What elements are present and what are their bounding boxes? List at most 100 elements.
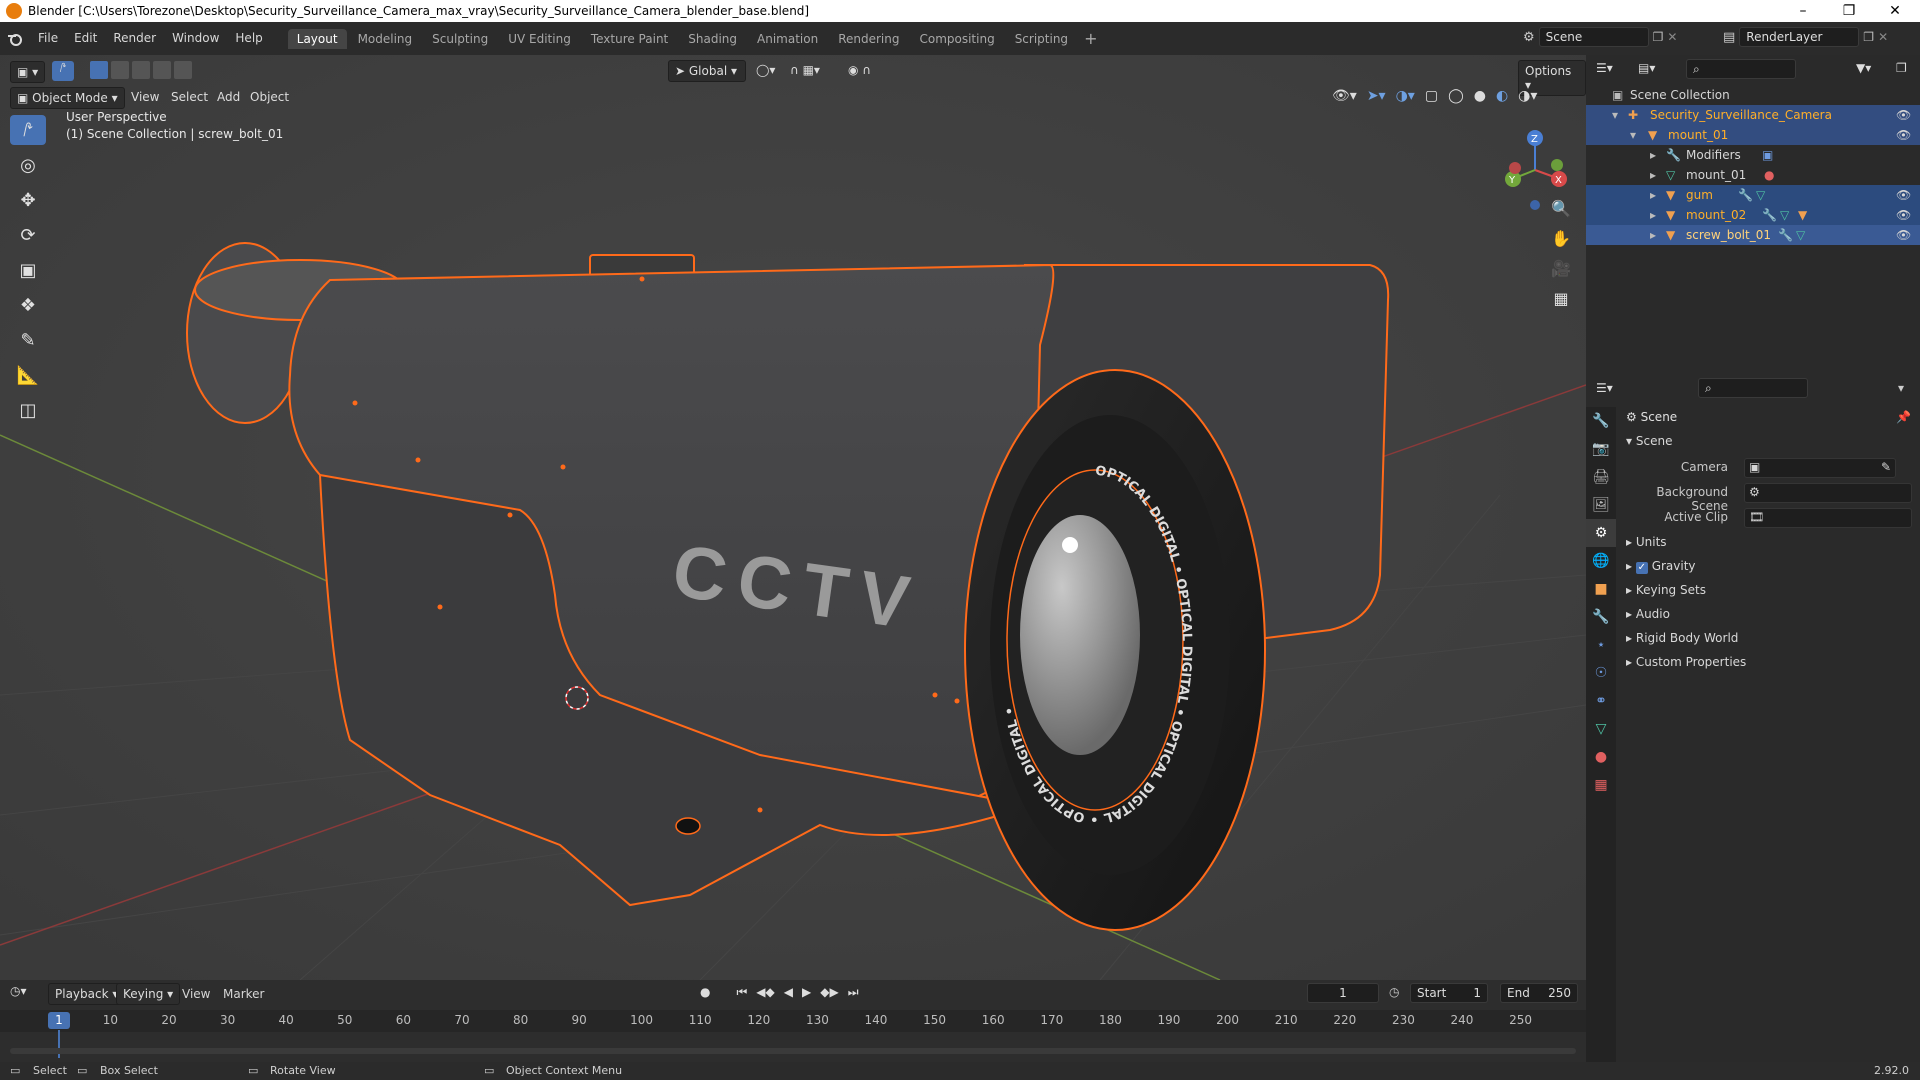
scene-tab-icon[interactable]: ⚙ [1586, 519, 1616, 547]
snap-icon[interactable]: ∩ ▦▾ [790, 63, 820, 77]
blender-menu-icon[interactable] [0, 32, 30, 46]
3d-viewport[interactable]: OPTICAL DIGITAL • OPTICAL DIGITAL • OPTI… [0, 55, 1586, 980]
units-panel-header[interactable]: ▸ Units [1626, 535, 1667, 549]
transform-orientation-dropdown[interactable]: ➤ Global ▾ [668, 60, 746, 82]
properties-options-icon[interactable]: ▾ [1898, 381, 1904, 395]
record-icon[interactable]: ● [700, 985, 710, 1000]
render-layer-field[interactable]: RenderLayer [1739, 27, 1860, 47]
pivot-point-icon[interactable]: ◯▾ [756, 63, 775, 77]
material-tab-icon[interactable]: ● [1586, 743, 1616, 771]
menu-render[interactable]: Render [105, 22, 164, 55]
particles-tab-icon[interactable]: ⋆ [1586, 631, 1616, 659]
tab-modeling[interactable]: Modeling [349, 29, 422, 49]
outliner-row-scene-collection[interactable]: ▣ Scene Collection [1586, 85, 1920, 105]
eye-icon[interactable]: 👁 [1896, 185, 1911, 205]
view-layer-icon[interactable]: ▤ [1723, 30, 1735, 45]
timeline-menu-playback[interactable]: Playback ▾ [48, 983, 126, 1005]
end-frame-field[interactable]: End 250 [1500, 983, 1578, 1003]
select-mode-invert-icon[interactable] [153, 61, 171, 79]
outliner-row-mount-02[interactable]: ▸ ▼ mount_02 🔧 ▽ ▼ 👁 [1586, 205, 1920, 225]
outliner-row-screw-bolt-01[interactable]: ▸ ▼ screw_bolt_01 🔧 ▽ 👁 [1586, 225, 1920, 245]
eyedropper-icon[interactable]: ✎ [1881, 460, 1891, 474]
shading-solid-icon[interactable]: ● [1474, 88, 1486, 104]
texture-tab-icon[interactable]: ▦ [1586, 771, 1616, 799]
modifier-tab-icon[interactable]: 🔧 [1586, 603, 1616, 631]
scene-name-field[interactable]: Scene [1538, 27, 1649, 47]
tool-annotate[interactable]: ✎ [10, 325, 46, 355]
tool-transform[interactable]: ❖ [10, 290, 46, 320]
add-workspace-icon[interactable]: + [1084, 29, 1097, 48]
select-mode-intersect-icon[interactable] [174, 61, 192, 79]
tool-select-box[interactable]: ⭚ [10, 115, 46, 145]
properties-search-input[interactable]: ⌕ [1698, 378, 1808, 398]
viewport-menu-select[interactable]: Select [171, 90, 208, 104]
jump-end-icon[interactable]: ⏭ [848, 985, 859, 1000]
viewport-menu-object[interactable]: Object [250, 90, 289, 104]
tool-rotate[interactable]: ⟳ [10, 220, 46, 250]
menu-file[interactable]: File [30, 22, 66, 55]
outliner-row-gum[interactable]: ▸ ▼ gum 🔧 ▽ 👁 [1586, 185, 1920, 205]
eye-icon[interactable]: 👁 [1896, 225, 1911, 245]
outliner-search-input[interactable]: ⌕ [1686, 59, 1796, 79]
minimize-button[interactable]: – [1780, 0, 1826, 22]
shading-material-icon[interactable]: ◐ [1496, 88, 1508, 104]
editor-type-button[interactable]: ▣ ▾ [10, 61, 46, 83]
active-clip-field[interactable]: 🎞 [1744, 508, 1912, 528]
gravity-panel-header[interactable]: ▸ ✓ Gravity [1626, 559, 1696, 574]
tab-shading[interactable]: Shading [679, 29, 746, 49]
background-scene-field[interactable]: ⚙ [1744, 483, 1912, 503]
timeline-editor-type-icon[interactable]: ◷▾ [10, 984, 27, 998]
expand-chevron-icon[interactable]: ▾ [1630, 125, 1636, 145]
expand-chevron-icon[interactable]: ▸ [1650, 145, 1656, 165]
pin-icon[interactable]: 📌 [1896, 410, 1911, 424]
scene-panel-header[interactable]: ▾ Scene [1626, 434, 1672, 448]
tab-rendering[interactable]: Rendering [829, 29, 908, 49]
properties-editor-type-icon[interactable]: ☰▾ [1596, 381, 1613, 395]
eye-icon[interactable]: 👁 [1896, 205, 1911, 225]
camera-field[interactable]: ▣ ✎ [1744, 458, 1896, 478]
outliner-row-modifiers[interactable]: ▸ 🔧 Modifiers ▣ [1586, 145, 1920, 165]
delete-view-layer-icon[interactable]: ✕ [1878, 30, 1888, 44]
filter-icon[interactable]: ▼▾ [1856, 61, 1871, 75]
proportional-editing-icon[interactable]: ◉ ∩ [848, 63, 871, 77]
play-reverse-icon[interactable]: ◀ [784, 985, 793, 1000]
delete-scene-icon[interactable]: ✕ [1667, 30, 1677, 44]
outliner-row-security-camera[interactable]: ▾ ✚ Security_Surveillance_Camera 👁 [1586, 105, 1920, 125]
eye-icon[interactable]: 👁 [1896, 125, 1911, 145]
current-frame-field[interactable]: 1 [1307, 983, 1379, 1003]
prev-keyframe-icon[interactable]: ◀◆ [756, 985, 774, 1000]
tool-cursor[interactable]: ◎ [10, 150, 46, 180]
expand-chevron-icon[interactable]: ▸ [1650, 225, 1656, 245]
playhead[interactable]: 1 [48, 1012, 70, 1029]
play-icon[interactable]: ▶ [802, 985, 811, 1000]
menu-window[interactable]: Window [164, 22, 227, 55]
tool-scale[interactable]: ▣ [10, 255, 46, 285]
ortho-grid-icon[interactable]: ▦ [1546, 283, 1576, 313]
output-tab-icon[interactable]: 🖨 [1586, 463, 1616, 491]
new-view-layer-icon[interactable]: ❐ [1863, 30, 1874, 44]
select-mode-extend-icon[interactable] [111, 61, 129, 79]
visibility-icon[interactable]: 👁▾ [1332, 88, 1357, 104]
expand-chevron-icon[interactable]: ▾ [1612, 105, 1618, 125]
object-tab-icon[interactable]: ■ [1586, 575, 1616, 603]
tab-sculpting[interactable]: Sculpting [423, 29, 497, 49]
menu-help[interactable]: Help [227, 22, 270, 55]
close-button[interactable]: ✕ [1872, 0, 1918, 22]
outliner-row-mount-01[interactable]: ▾ ▼ mount_01 👁 [1586, 125, 1920, 145]
shading-rendered-icon[interactable]: ◑▾ [1518, 88, 1537, 104]
menu-edit[interactable]: Edit [66, 22, 105, 55]
tool-tab-icon[interactable]: 🔧 [1586, 407, 1616, 435]
gravity-checkbox[interactable]: ✓ [1635, 562, 1648, 574]
timeline-menu-marker[interactable]: Marker [223, 987, 264, 1001]
tool-move[interactable]: ✥ [10, 185, 46, 215]
view-layer-tab-icon[interactable]: 🖼 [1586, 491, 1616, 519]
scene-icon[interactable]: ⚙ [1523, 30, 1535, 45]
start-frame-field[interactable]: Start 1 [1410, 983, 1488, 1003]
gizmo-toggle-icon[interactable]: ➤▾ [1367, 88, 1386, 104]
timeline-menu-keying[interactable]: Keying ▾ [116, 983, 181, 1005]
restore-button[interactable]: ❐ [1826, 0, 1872, 22]
viewport-menu-add[interactable]: Add [217, 90, 240, 104]
preview-range-icon[interactable]: ◷ [1389, 985, 1399, 999]
new-scene-icon[interactable]: ❐ [1653, 30, 1664, 44]
custom-properties-panel-header[interactable]: ▸ Custom Properties [1626, 655, 1746, 669]
